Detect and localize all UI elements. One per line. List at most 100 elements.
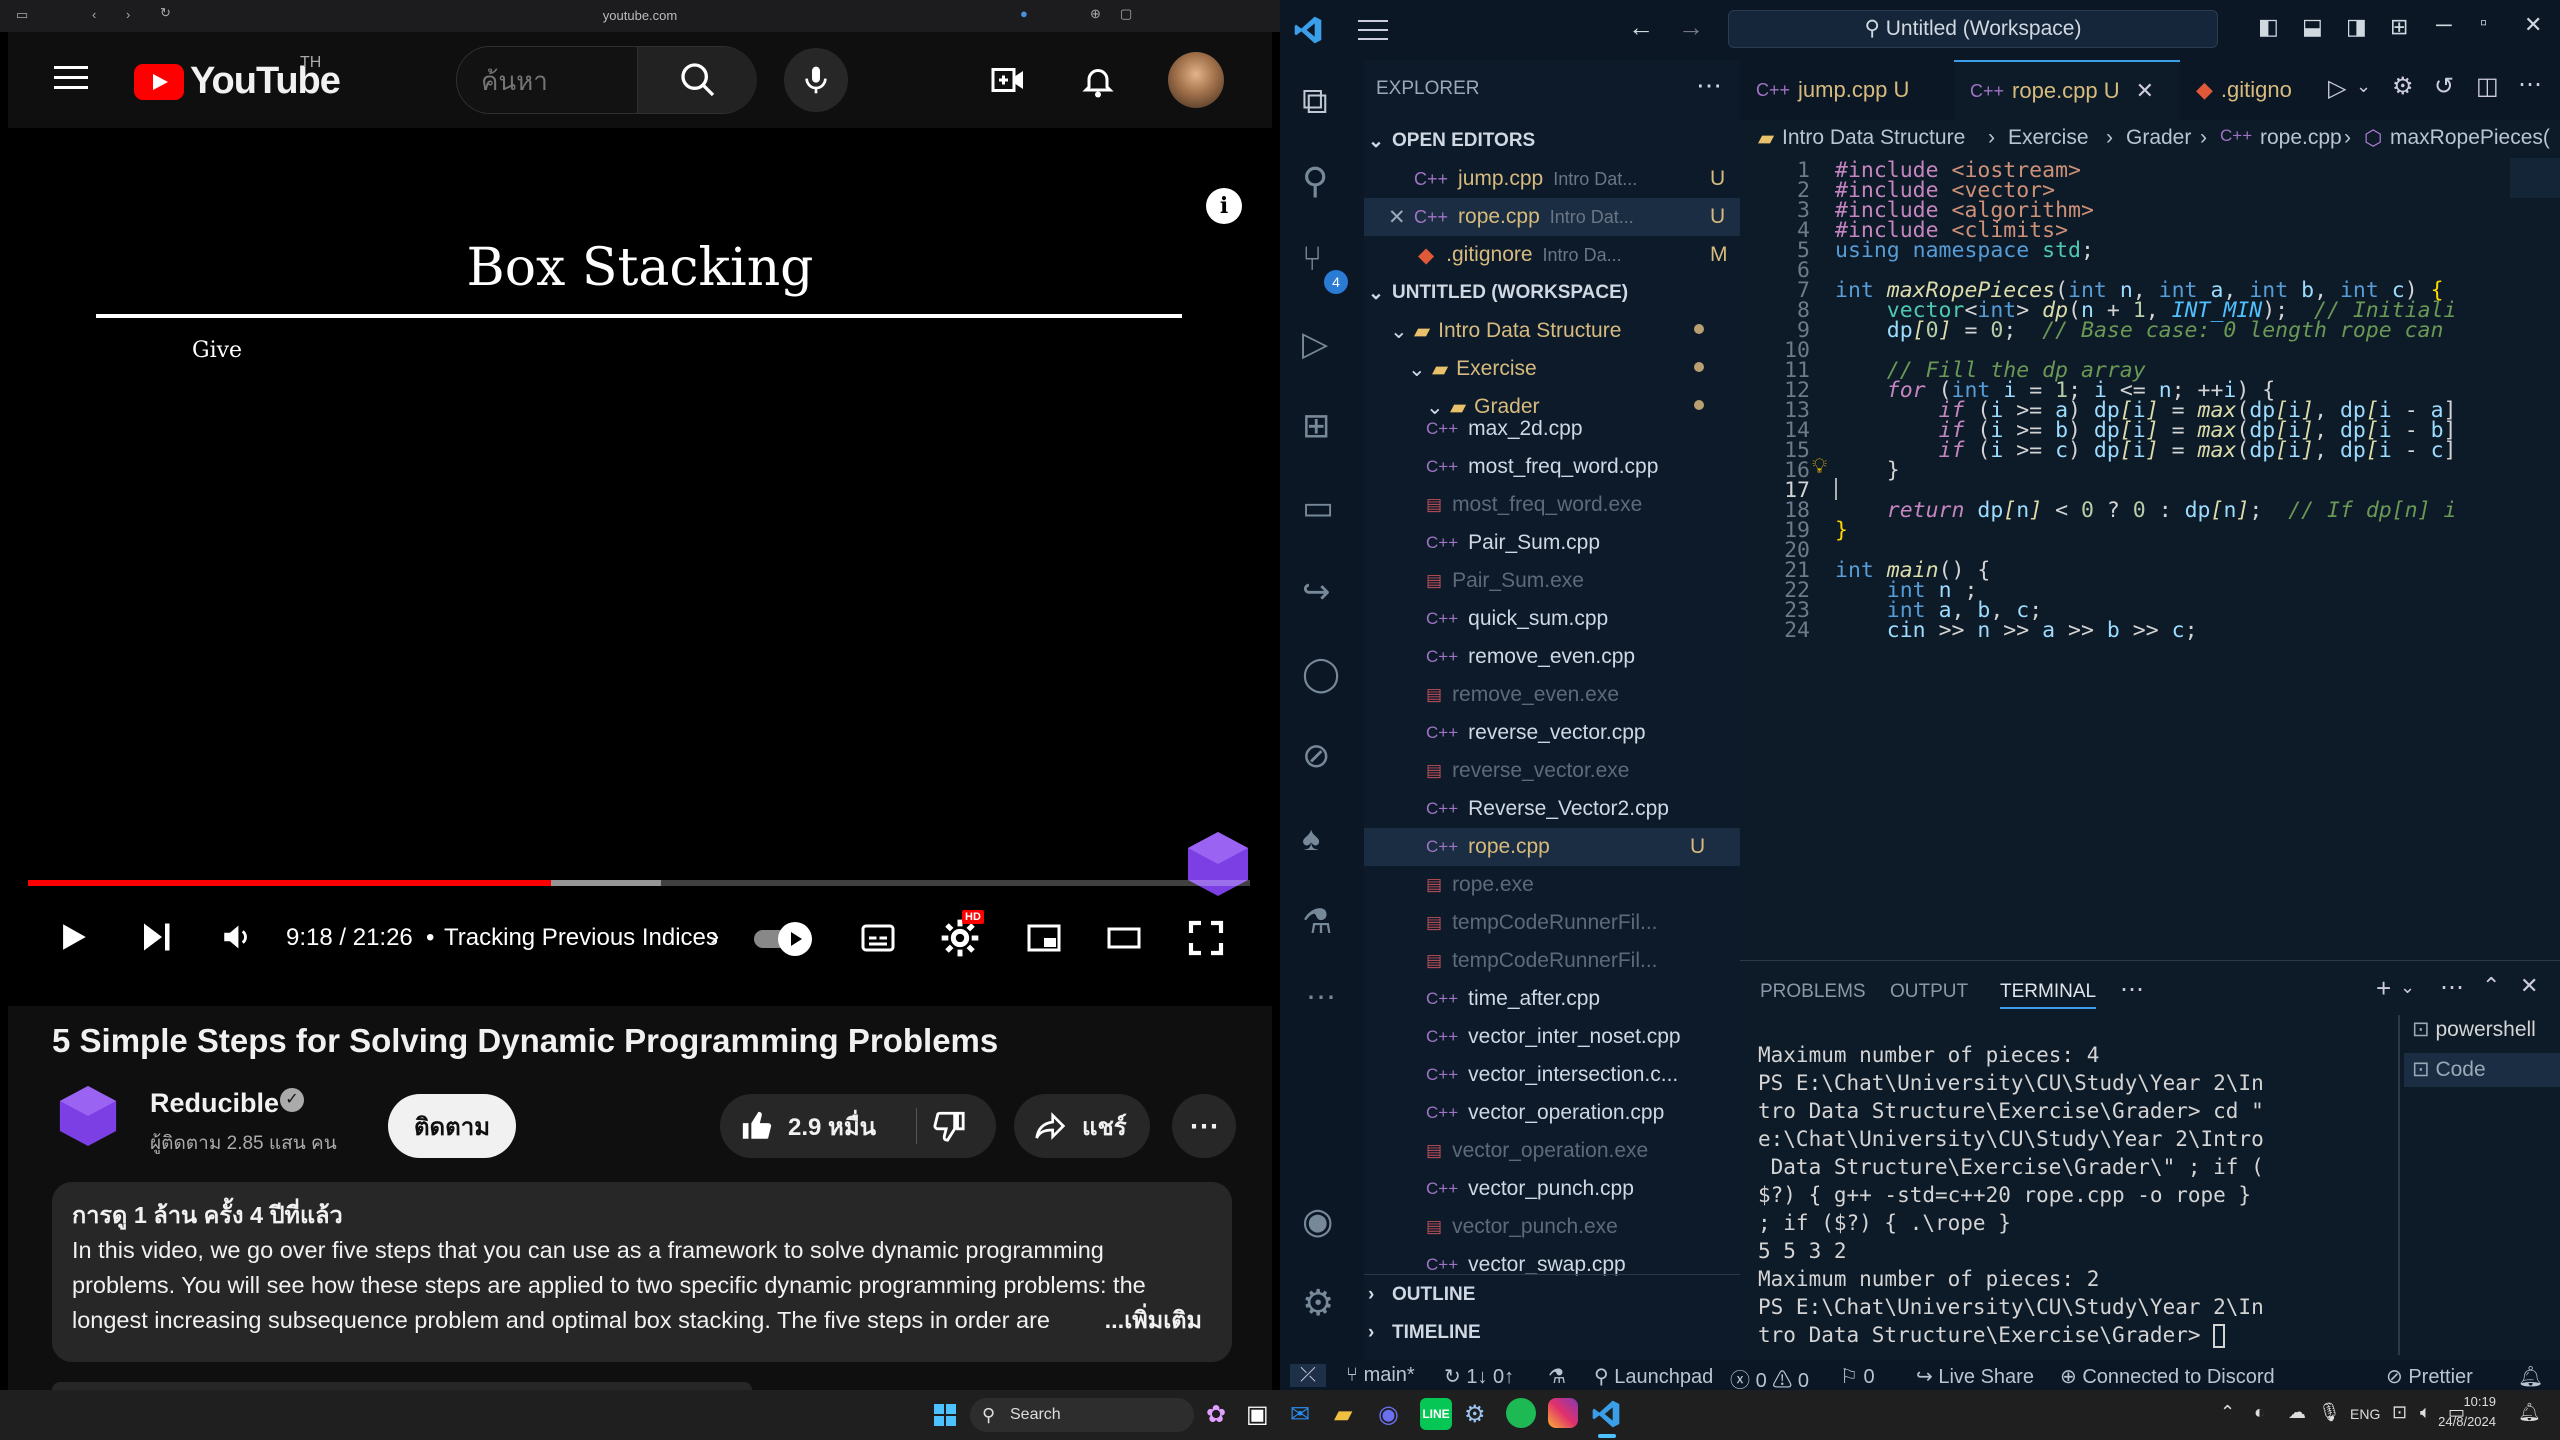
toggle-panel-icon[interactable]: ⬓ <box>2302 14 2323 40</box>
tab-output[interactable]: OUTPUT <box>1890 981 1968 1003</box>
maximize-icon[interactable]: ▫ <box>2480 12 2487 35</box>
code-editor[interactable]: 1 #include <iostream> 2 #include <vector> … <box>1740 158 2560 1018</box>
youtube-logo-icon[interactable] <box>134 64 184 100</box>
tab-problems[interactable]: PROBLEMS <box>1760 981 1866 1003</box>
discord-status[interactable]: ⊕ Connected to Discord <box>2060 1364 2275 1389</box>
breadcrumb-item[interactable]: Grader <box>2126 126 2191 150</box>
testing-icon[interactable]: ⚗ <box>1302 902 1332 942</box>
notifications-bell-icon[interactable] <box>1080 62 1116 100</box>
autoplay-toggle[interactable] <box>754 922 816 956</box>
file-tree-item[interactable]: C++ vector_inter_noset.cpp <box>1364 1018 1740 1056</box>
terminal-more-icon[interactable]: ⋯ <box>2440 973 2464 1002</box>
timeline-header[interactable]: › TIMELINE <box>1368 1314 1481 1352</box>
file-tree-item[interactable]: C++ Reverse_Vector2.cpp <box>1364 790 1740 828</box>
manage-gear-icon[interactable]: ⚙ <box>1302 1282 1334 1324</box>
nav-back-icon[interactable]: ← <box>1628 12 1654 43</box>
file-tree-item[interactable]: C++ quick_sum.cpp <box>1364 600 1740 638</box>
github-icon[interactable]: ◯ <box>1302 654 1340 694</box>
ports-status[interactable]: ⚐ 0 <box>1840 1364 1875 1389</box>
problems-status[interactable]: ⓧ 0 ⚠ 0 <box>1730 1364 1809 1393</box>
progress-bar[interactable] <box>28 880 1250 886</box>
folder-exercise[interactable]: ⌄ ▰ Exercise <box>1408 350 1537 388</box>
breadcrumb-item[interactable]: Intro Data Structure <box>1782 126 1965 150</box>
file-tree-item[interactable]: C++ rope.cpp U <box>1364 828 1740 866</box>
clock-date[interactable]: 24/8/2024 <box>2412 1414 2496 1429</box>
create-video-icon[interactable] <box>988 62 1028 98</box>
settings-icon[interactable]: ⚙ <box>2392 72 2414 101</box>
close-tab-icon[interactable]: ✕ <box>2136 78 2154 104</box>
file-tree-item[interactable]: ▤ vector_operation.exe <box>1364 1132 1740 1170</box>
outlook-icon[interactable]: ✉ <box>1290 1400 1310 1429</box>
open-editor-jump[interactable]: C++ jump.cpp Intro Dat... U <box>1414 160 1725 198</box>
terminal-instance-powershell[interactable]: ⊡ powershell <box>2412 1017 2536 1042</box>
explorer-more-icon[interactable]: ⋯ <box>1696 70 1722 101</box>
description-box[interactable]: การดู 1 ล้าน ครั้ง 4 ปีที่แล้ว In this v… <box>52 1182 1232 1362</box>
source-control-icon[interactable]: ⑂ <box>1302 240 1322 279</box>
remote-explorer-icon[interactable]: ▭ <box>1302 488 1334 528</box>
debug-status-icon[interactable]: ⚗ <box>1548 1364 1566 1389</box>
file-tree-item[interactable]: ▤ most_freq_word.exe <box>1364 486 1740 524</box>
network-icon[interactable]: ⊡ <box>2392 1402 2407 1423</box>
tray-icon[interactable]: ◐ <box>2254 1402 2265 1423</box>
more-actions-button[interactable]: ⋯ <box>1172 1094 1236 1158</box>
new-terminal-icon[interactable]: + <box>2376 973 2391 1004</box>
open-editor-gitignore[interactable]: ◆ .gitignore Intro Da... M <box>1418 236 1728 274</box>
channel-watermark-icon[interactable] <box>1186 830 1250 898</box>
address-bar[interactable]: youtube.com <box>540 8 740 23</box>
channel-avatar[interactable] <box>58 1084 118 1148</box>
back-icon[interactable]: ‹ <box>92 7 96 22</box>
file-tree-item[interactable]: C++ vector_intersection.c... <box>1364 1056 1740 1094</box>
minimap[interactable] <box>2510 158 2560 198</box>
reload-icon[interactable]: ↻ <box>160 5 171 21</box>
timeline-history-icon[interactable]: ↺ <box>2434 72 2454 101</box>
file-tree-item[interactable]: C++ vector_operation.cpp <box>1364 1094 1740 1132</box>
vscode-taskbar-icon[interactable] <box>1590 1398 1622 1430</box>
prettier-status[interactable]: ⊘ Prettier <box>2386 1364 2473 1389</box>
file-tree-item[interactable]: ▤ tempCodeRunnerFil... <box>1364 904 1740 942</box>
like-count[interactable]: 2.9 หมื่น <box>788 1107 876 1146</box>
live-share-icon[interactable]: ↪ <box>1302 572 1331 612</box>
tray-icon[interactable]: 🎙︎ <box>2318 1402 2341 1423</box>
file-tree-item[interactable]: C++ reverse_vector.cpp <box>1364 714 1740 752</box>
tab-jump-cpp[interactable]: C++ jump.cpp U <box>1740 60 1954 120</box>
file-explorer-icon[interactable]: ▰ <box>1334 1400 1352 1429</box>
language-indicator[interactable]: ENG <box>2350 1406 2380 1422</box>
like-icon[interactable] <box>740 1109 774 1143</box>
nav-forward-icon[interactable]: → <box>1678 12 1704 43</box>
file-tree-item[interactable]: ▤ remove_even.exe <box>1364 676 1740 714</box>
accounts-icon[interactable]: ◉ <box>1302 1200 1333 1242</box>
extensions-icon[interactable]: ⊞ <box>1302 406 1331 446</box>
notifications-icon[interactable]: 🔔︎ <box>2518 1364 2543 1389</box>
chapter-title[interactable]: Tracking Previous Indices <box>444 924 718 952</box>
search-button[interactable] <box>637 47 757 113</box>
extension-icon[interactable]: ● <box>1020 6 1028 21</box>
live-share-status[interactable]: ↪ Live Share <box>1916 1364 2034 1389</box>
tab-terminal[interactable]: TERMINAL <box>2000 981 2097 1009</box>
chevron-right-icon[interactable]: › <box>710 920 719 952</box>
folder-intro-data-structure[interactable]: ⌄ ▰ Intro Data Structure <box>1390 312 1621 350</box>
dislike-icon[interactable] <box>932 1109 966 1143</box>
file-tree-item[interactable]: ▤ rope.exe <box>1364 866 1740 904</box>
settings-gear-icon[interactable] <box>940 918 980 958</box>
info-icon[interactable]: i <box>1206 188 1242 224</box>
widgets-icon[interactable]: ✿ <box>1206 1400 1226 1429</box>
video-player[interactable]: Box Stacking Give i 9:18 / 21:26 • Track… <box>8 128 1272 1006</box>
terminal-dropdown-icon[interactable]: ⌄ <box>2400 977 2415 998</box>
gitlens-icon[interactable]: ⊘ <box>1302 736 1331 776</box>
task-view-icon[interactable]: ▣ <box>1246 1400 1269 1429</box>
file-tree-item[interactable]: C++ time_after.cpp <box>1364 980 1740 1018</box>
menu-icon[interactable] <box>54 66 88 90</box>
menu-hamburger-icon[interactable] <box>1358 20 1388 40</box>
start-menu-icon[interactable] <box>934 1404 956 1426</box>
line-app-icon[interactable]: LINE <box>1420 1398 1452 1430</box>
theater-mode-icon[interactable] <box>1104 920 1144 956</box>
forward-icon[interactable]: › <box>126 7 130 22</box>
show-more-link[interactable]: ...เพิ่มเติม <box>1092 1303 1202 1338</box>
workspace-header[interactable]: ⌄ UNTITLED (WORKSPACE) <box>1368 274 1628 312</box>
tabs-icon[interactable]: ▢ <box>1120 6 1132 22</box>
clock-time[interactable]: 10:19 <box>2444 1394 2496 1409</box>
run-debug-icon[interactable]: ▷ <box>1302 324 1328 364</box>
notification-center-icon[interactable]: 🔔︎ <box>2518 1402 2541 1423</box>
branch-status[interactable]: ⑂ main* <box>1346 1364 1415 1387</box>
tray-chevron-icon[interactable]: ⌃ <box>2220 1402 2235 1423</box>
